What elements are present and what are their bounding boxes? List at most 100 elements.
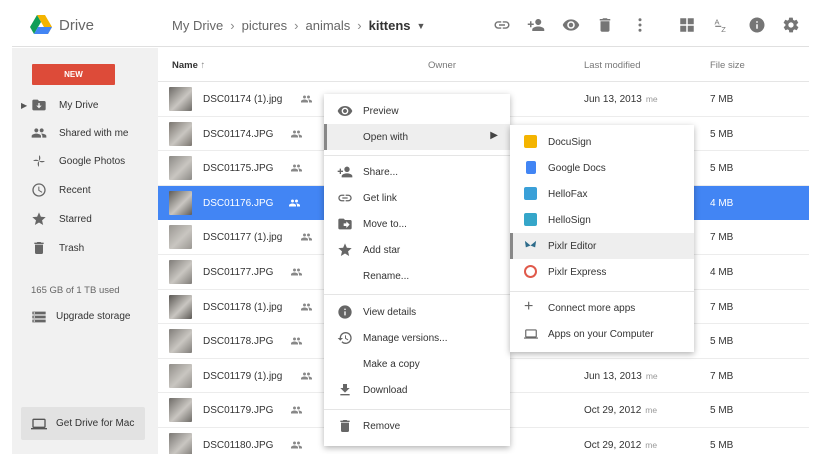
shared-people-icon <box>300 370 313 382</box>
new-button[interactable]: NEW <box>32 64 115 85</box>
shared-people-icon <box>300 93 313 105</box>
hellosign-icon <box>524 213 537 226</box>
file-name: DSC01179.JPG <box>203 405 274 417</box>
sidebar-item-shared-with-me[interactable]: Shared with me <box>12 122 158 144</box>
gear-icon[interactable] <box>782 16 800 34</box>
apps-on-your-computer[interactable]: Apps on your Computer <box>510 321 694 347</box>
submenu-item-label: Pixlr Editor <box>548 241 597 252</box>
menu-item-label: Add star <box>363 245 401 256</box>
sidebar-item-trash[interactable]: Trash <box>12 237 158 259</box>
get-drive-for-mac-button[interactable]: Get Drive for Mac <box>21 407 145 440</box>
modified-by: me <box>645 94 658 104</box>
sort-az-icon[interactable]: AZ <box>713 16 731 34</box>
plus-icon: + <box>524 298 534 315</box>
file-thumbnail <box>169 433 192 454</box>
breadcrumb-animals[interactable]: animals <box>306 18 351 33</box>
trash-icon[interactable] <box>596 16 614 34</box>
chevron-right-icon: › <box>357 18 362 33</box>
submenu-item-label: Pixlr Express <box>548 267 607 278</box>
sidebar-item-label: Starred <box>59 213 92 225</box>
grid-view-icon[interactable] <box>678 16 696 34</box>
menu-item-download[interactable]: Download <box>324 377 510 403</box>
file-thumbnail <box>169 260 192 284</box>
shared-people-icon <box>290 128 303 140</box>
breadcrumb-pictures[interactable]: pictures <box>242 18 288 33</box>
context-menu: Preview Open with ▶ Share... Get link Mo… <box>324 94 510 446</box>
link-icon[interactable] <box>493 16 511 34</box>
open-with-hellofax[interactable]: HelloFax <box>510 181 694 207</box>
trash-icon <box>337 418 353 434</box>
menu-item-label: Remove <box>363 421 401 432</box>
more-vertical-icon[interactable] <box>631 16 649 34</box>
sidebar-item-my-drive[interactable]: ▶ My Drive <box>12 94 158 116</box>
svg-text:A: A <box>715 17 720 26</box>
eye-icon[interactable] <box>562 16 580 34</box>
file-modified: Jun 13, 2013 me <box>584 94 658 105</box>
menu-item-get-link[interactable]: Get link <box>324 185 510 211</box>
modified-date: Oct 29, 2012 <box>584 405 642 417</box>
file-name: DSC01174 (1).jpg <box>203 94 283 105</box>
menu-item-share[interactable]: Share... <box>324 159 510 185</box>
menu-divider <box>510 291 694 292</box>
sidebar-item-starred[interactable]: Starred <box>12 208 158 230</box>
menu-item-move-to[interactable]: Move to... <box>324 211 510 237</box>
shared-people-icon <box>300 231 313 243</box>
modified-date: Oct 29, 2012 <box>584 440 642 451</box>
menu-divider <box>324 409 510 410</box>
shared-people-icon <box>290 404 303 416</box>
connect-more-apps[interactable]: + Connect more apps <box>510 295 694 321</box>
sidebar-item-label: Google Photos <box>59 155 126 167</box>
sidebar-item-google-photos[interactable]: Google Photos <box>12 150 158 172</box>
breadcrumb-my-drive[interactable]: My Drive <box>172 18 223 33</box>
file-name: DSC01180.JPG <box>203 440 274 451</box>
file-name: DSC01175.JPG <box>203 163 274 175</box>
star-icon <box>31 211 47 227</box>
file-thumbnail <box>169 121 192 146</box>
file-modified: Oct 29, 2012 me <box>584 440 657 451</box>
file-size: 7 MB <box>710 232 734 244</box>
menu-item-remove[interactable]: Remove <box>324 413 510 439</box>
submenu-item-label: HelloSign <box>548 215 591 226</box>
menu-item-label: Manage versions... <box>363 333 448 344</box>
drive-logo-icon[interactable] <box>30 15 52 35</box>
column-header-last-modified[interactable]: Last modified <box>584 60 641 71</box>
column-header-owner[interactable]: Owner <box>428 60 456 71</box>
breadcrumb-kittens[interactable]: kittens <box>369 18 411 33</box>
menu-item-open-with[interactable]: Open with ▶ <box>324 124 510 150</box>
open-with-pixlr-express[interactable]: Pixlr Express <box>510 259 694 285</box>
file-thumbnail <box>169 156 192 181</box>
file-name: DSC01177 (1).jpg <box>203 232 283 244</box>
menu-item-rename[interactable]: Rename... <box>324 263 510 289</box>
submenu-item-label: Apps on your Computer <box>548 329 654 340</box>
menu-item-preview[interactable]: Preview <box>324 98 510 124</box>
upgrade-storage-link[interactable]: Upgrade storage <box>12 306 158 328</box>
menu-item-make-a-copy[interactable]: Make a copy <box>324 351 510 377</box>
shared-people-icon <box>300 301 313 313</box>
open-with-google-docs[interactable]: Google Docs <box>510 155 694 181</box>
file-size: 5 MB <box>710 440 734 451</box>
sidebar-item-recent[interactable]: Recent <box>12 179 158 201</box>
modified-by: me <box>645 370 658 381</box>
dropdown-arrow-icon[interactable]: ▼ <box>417 21 426 31</box>
expand-arrow-icon[interactable]: ▶ <box>21 101 27 110</box>
column-header-file-size[interactable]: File size <box>710 60 745 71</box>
menu-item-add-star[interactable]: Add star <box>324 237 510 263</box>
file-modified: Jun 13, 2013 me <box>584 371 658 382</box>
file-size: 7 MB <box>710 94 734 105</box>
menu-item-label: Rename... <box>363 271 410 282</box>
info-icon[interactable] <box>748 16 766 34</box>
menu-item-manage-versions[interactable]: Manage versions... <box>324 325 510 351</box>
add-person-icon[interactable] <box>527 16 545 34</box>
menu-item-view-details[interactable]: View details <box>324 299 510 325</box>
storage-usage-text: 165 GB of 1 TB used <box>31 285 120 296</box>
open-with-docusign[interactable]: DocuSign <box>510 129 694 155</box>
clock-icon <box>31 182 47 198</box>
file-size: 5 MB <box>710 163 734 175</box>
shared-people-icon <box>290 439 303 451</box>
column-header-name[interactable]: Name ↑ <box>172 60 205 71</box>
open-with-hellosign[interactable]: HelloSign <box>510 207 694 233</box>
open-with-pixlr-editor[interactable]: Pixlr Editor <box>510 233 694 259</box>
modified-by: me <box>645 440 658 450</box>
file-thumbnail <box>169 190 192 215</box>
star-icon <box>337 242 353 258</box>
